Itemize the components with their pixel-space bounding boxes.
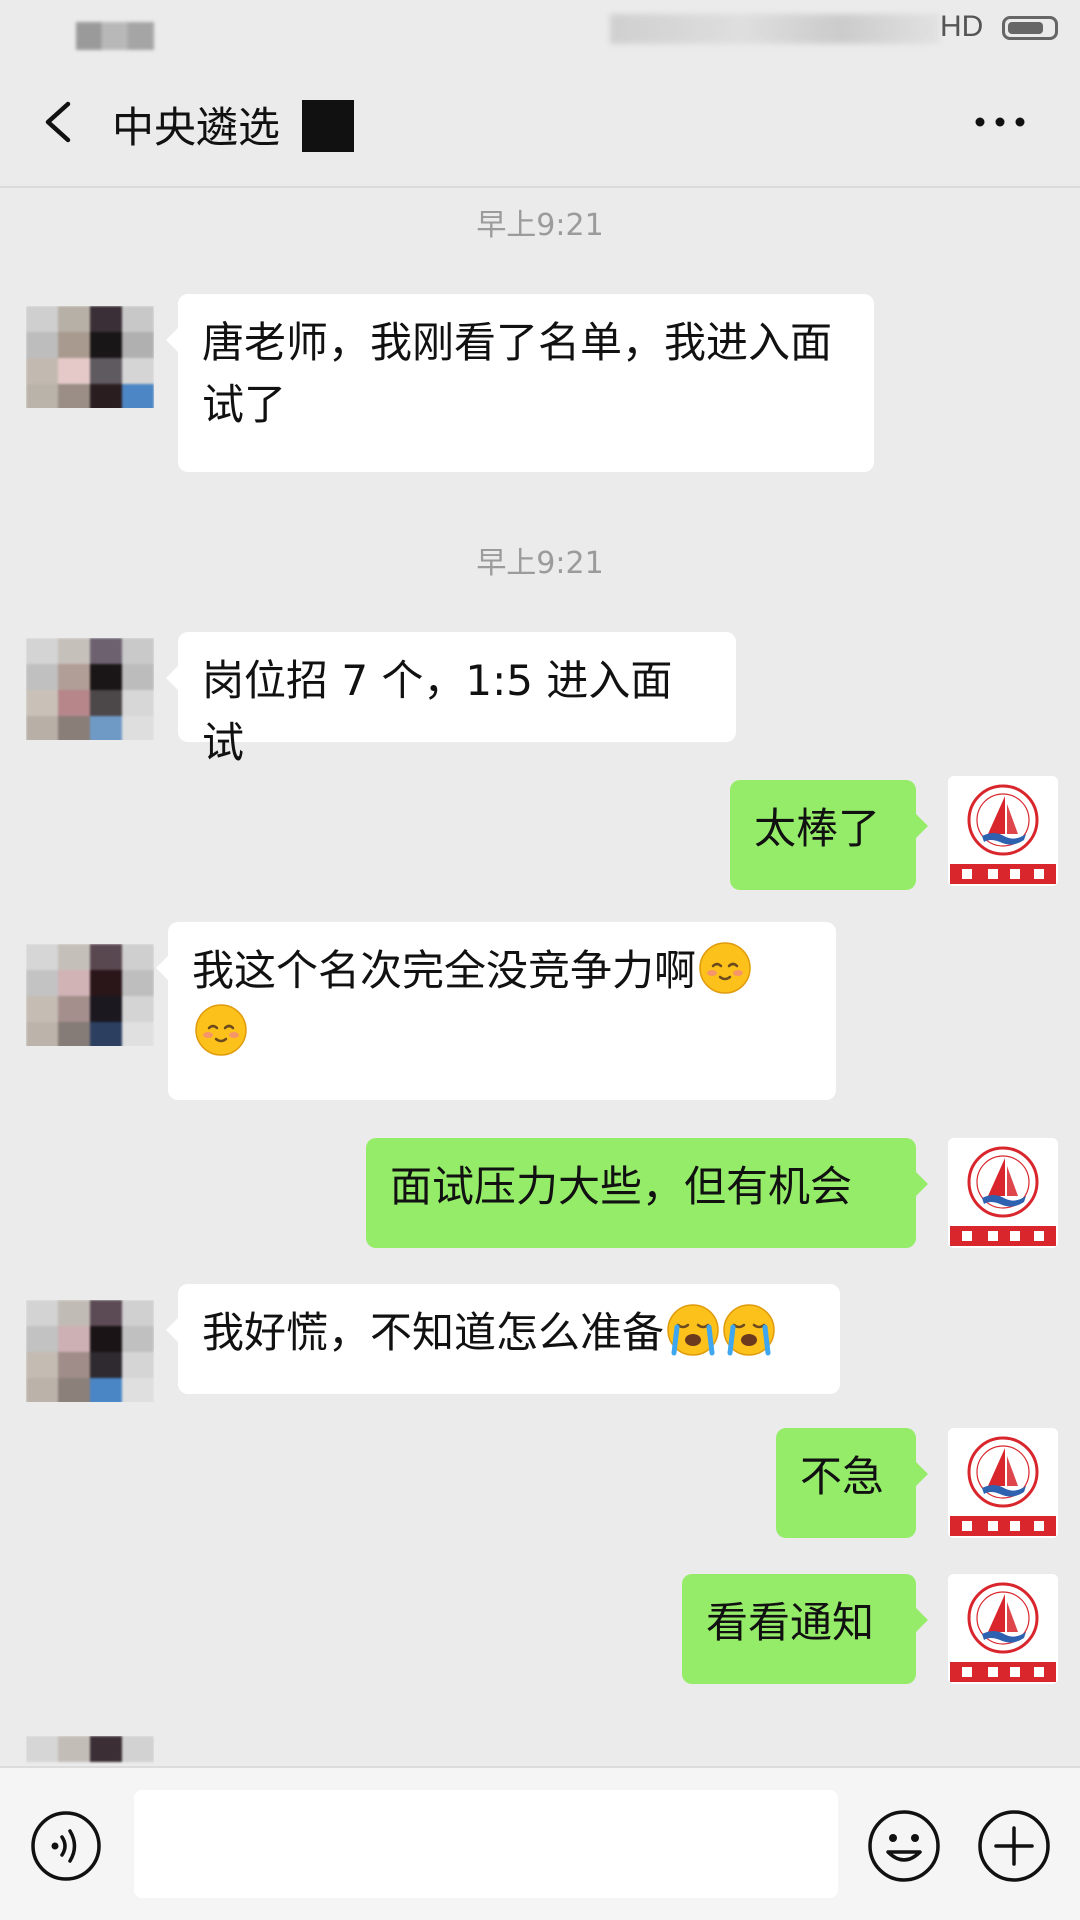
received-message-bubble[interactable]: 岗位招 7 个，1:5 进入面试 [166,632,736,767]
status-carrier-redacted [76,22,154,50]
contact-avatar[interactable] [26,1300,154,1402]
message-text: 我好慌，不知道怎么准备 [202,1308,665,1357]
message-input[interactable] [134,1790,838,1898]
message-timestamp: 早上9:21 [476,208,604,243]
contact-avatar[interactable] [26,306,154,408]
battery-icon [1002,16,1058,40]
status-network-label: HD [940,10,984,43]
status-icons-redacted [610,14,940,44]
loudly-crying-face-icon [666,1303,720,1357]
sent-message-bubble[interactable]: 面试压力大些，但有机会 [366,1138,928,1248]
teacher-logo-avatar[interactable] [948,1138,1058,1248]
received-message-bubble[interactable]: 我这个名次完全没竞争力啊 [156,922,836,1100]
emoji-smile-icon[interactable] [866,1808,942,1884]
message-input-bar [0,1766,1080,1920]
sent-message-bubble[interactable]: 不急 [776,1428,928,1538]
chat-screen: HD 中央遴选 早上9:21 唐老师，我刚看了名单，我进入面 试了 早上9:21… [0,0,1080,1920]
more-dots-icon[interactable] [970,100,1030,144]
message-text-line: 试了 [202,380,287,429]
plus-circle-icon[interactable] [976,1808,1052,1884]
contact-avatar[interactable] [26,638,154,740]
smiling-face-icon [194,1003,248,1057]
received-message-bubble[interactable]: 唐老师，我刚看了名单，我进入面 试了 [166,294,874,472]
teacher-logo-avatar[interactable] [948,776,1058,886]
teacher-logo-avatar[interactable] [948,1574,1058,1684]
message-text-line: 唐老师，我刚看了名单，我进入面 [202,318,833,367]
message-text: 我这个名次完全没竞争力啊 [192,946,697,995]
battery-level [1008,22,1043,34]
message-timestamp: 早上9:21 [476,546,604,581]
teacher-logo-avatar[interactable] [948,1428,1058,1538]
sent-message-bubble[interactable]: 看看通知 [682,1574,928,1684]
title-redaction [302,100,354,152]
status-bar: HD [0,0,1080,60]
sent-message-bubble[interactable]: 太棒了 [730,780,928,890]
chevron-left-icon[interactable] [38,100,82,144]
received-message-bubble[interactable]: 我好慌，不知道怎么准备 [166,1284,840,1394]
contact-avatar[interactable] [26,944,154,1046]
chat-title: 中央遴选 [112,103,281,152]
voice-input-icon[interactable] [30,1810,102,1882]
message-list[interactable]: 早上9:21 唐老师，我刚看了名单，我进入面 试了 早上9:21 岗位招 7 个… [0,188,1080,1766]
chat-header: 中央遴选 [0,60,1080,188]
smiling-face-icon [698,941,752,995]
loudly-crying-face-icon [722,1303,776,1357]
contact-avatar[interactable] [26,1736,154,1766]
